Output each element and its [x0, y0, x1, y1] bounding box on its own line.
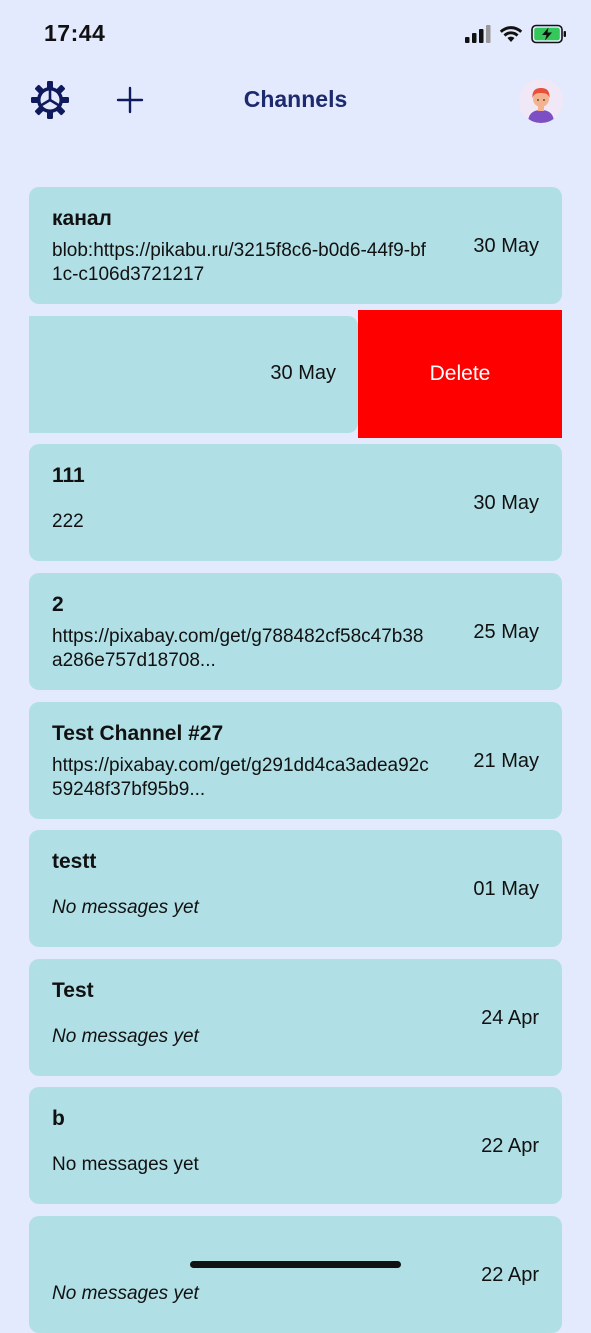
- status-time: 17:44: [44, 20, 106, 46]
- channel-name: b: [52, 1107, 65, 1130]
- channel-name: Test: [52, 979, 94, 1002]
- status-bar: 17:44: [0, 0, 591, 70]
- channel-card-body[interactable]: 30 May: [29, 316, 358, 433]
- status-icons: [465, 24, 567, 44]
- channel-card[interactable]: 2 https://pixabay.com/get/g788482cf58c47…: [29, 573, 562, 690]
- channel-date: 01 May: [473, 878, 539, 900]
- channel-card-swiped[interactable]: 30 May Delete: [0, 310, 591, 438]
- channel-card[interactable]: Test No messages yet 24 Apr: [29, 959, 562, 1076]
- channel-name: testt: [52, 850, 97, 873]
- channel-name: 111: [52, 464, 85, 487]
- channel-name: 2: [52, 593, 64, 616]
- delete-channel-button[interactable]: Delete: [358, 310, 562, 438]
- channel-date: 22 Apr: [481, 1264, 539, 1286]
- channel-date: 22 Apr: [481, 1135, 539, 1157]
- user-avatar: [528, 88, 554, 123]
- channel-date: 21 May: [473, 750, 539, 772]
- channel-date: 24 Apr: [481, 1007, 539, 1029]
- wifi-icon: [499, 26, 523, 42]
- settings-button[interactable]: [30, 80, 70, 120]
- channel-card[interactable]: 111 222 30 May: [29, 444, 562, 561]
- cellular-signal-icon: [465, 25, 491, 43]
- channel-date: 30 May: [473, 235, 539, 257]
- channel-card[interactable]: No messages yet 22 Apr: [29, 1216, 562, 1333]
- channel-last-message: https://pixabay.com/get/g291dd4ca3adea92…: [52, 755, 429, 800]
- nav-header: Channels: [0, 70, 591, 132]
- channel-name: канал: [52, 207, 112, 230]
- add-channel-button[interactable]: [114, 84, 146, 116]
- battery-charging-icon: [531, 24, 566, 44]
- channel-card[interactable]: b No messages yet 22 Apr: [29, 1087, 562, 1204]
- channel-date: 25 May: [473, 621, 539, 643]
- plus-icon: [116, 86, 144, 114]
- channel-last-message: https://pixabay.com/get/g788482cf58c47b3…: [52, 626, 424, 671]
- channel-card[interactable]: Test Channel #27 https://pixabay.com/get…: [29, 702, 562, 819]
- channel-last-message: No messages yet: [52, 897, 199, 918]
- channel-date: 30 May: [473, 492, 539, 514]
- page-title: Channels: [243, 86, 348, 112]
- channel-card[interactable]: testt No messages yet 01 May: [29, 830, 562, 947]
- channel-last-message: 222: [52, 511, 84, 532]
- avatar-button[interactable]: [519, 79, 563, 123]
- channel-last-message: No messages yet: [52, 1154, 199, 1175]
- home-indicator[interactable]: [190, 1261, 401, 1268]
- channel-last-message: No messages yet: [52, 1283, 199, 1304]
- channel-name: Test Channel #27: [52, 722, 224, 745]
- channel-date: 30 May: [270, 362, 336, 384]
- gear-icon: [31, 81, 69, 119]
- channel-last-message: blob:https://pikabu.ru/3215f8c6-b0d6-44f…: [52, 240, 426, 285]
- channel-last-message: No messages yet: [52, 1026, 199, 1047]
- channel-card[interactable]: канал blob:https://pikabu.ru/3215f8c6-b0…: [29, 187, 562, 304]
